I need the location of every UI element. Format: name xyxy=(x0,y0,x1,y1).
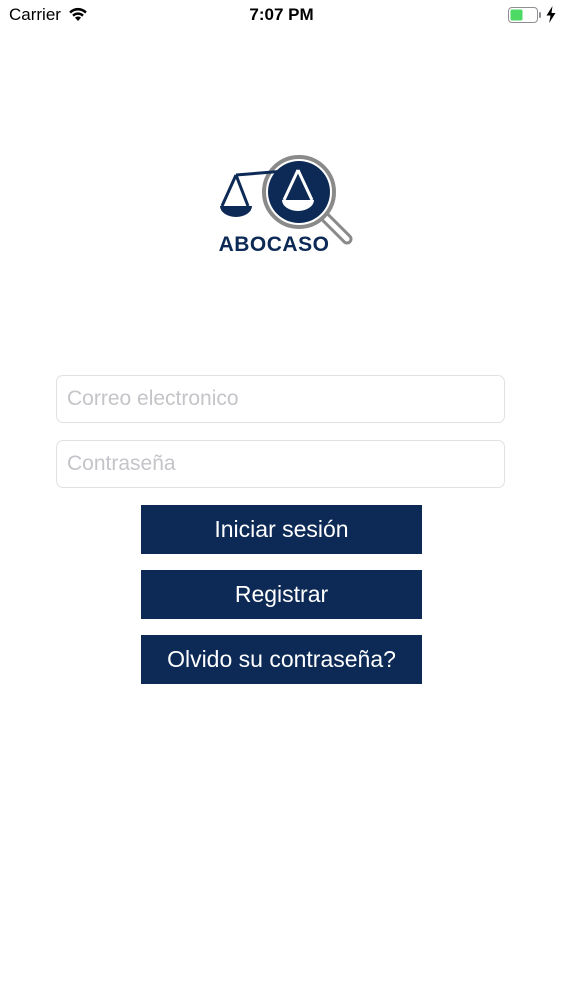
password-field[interactable] xyxy=(56,440,505,488)
status-bar: Carrier 7:07 PM xyxy=(0,0,563,30)
forgot-password-button[interactable]: Olvido su contraseña? xyxy=(141,635,422,684)
login-button[interactable]: Iniciar sesión xyxy=(141,505,422,554)
logo-text: ABOCASO xyxy=(218,233,330,256)
charging-bolt-icon xyxy=(546,6,556,23)
status-time: 7:07 PM xyxy=(249,5,314,24)
battery-icon xyxy=(508,7,541,23)
register-button[interactable]: Registrar xyxy=(141,570,422,619)
email-field[interactable] xyxy=(56,375,505,423)
